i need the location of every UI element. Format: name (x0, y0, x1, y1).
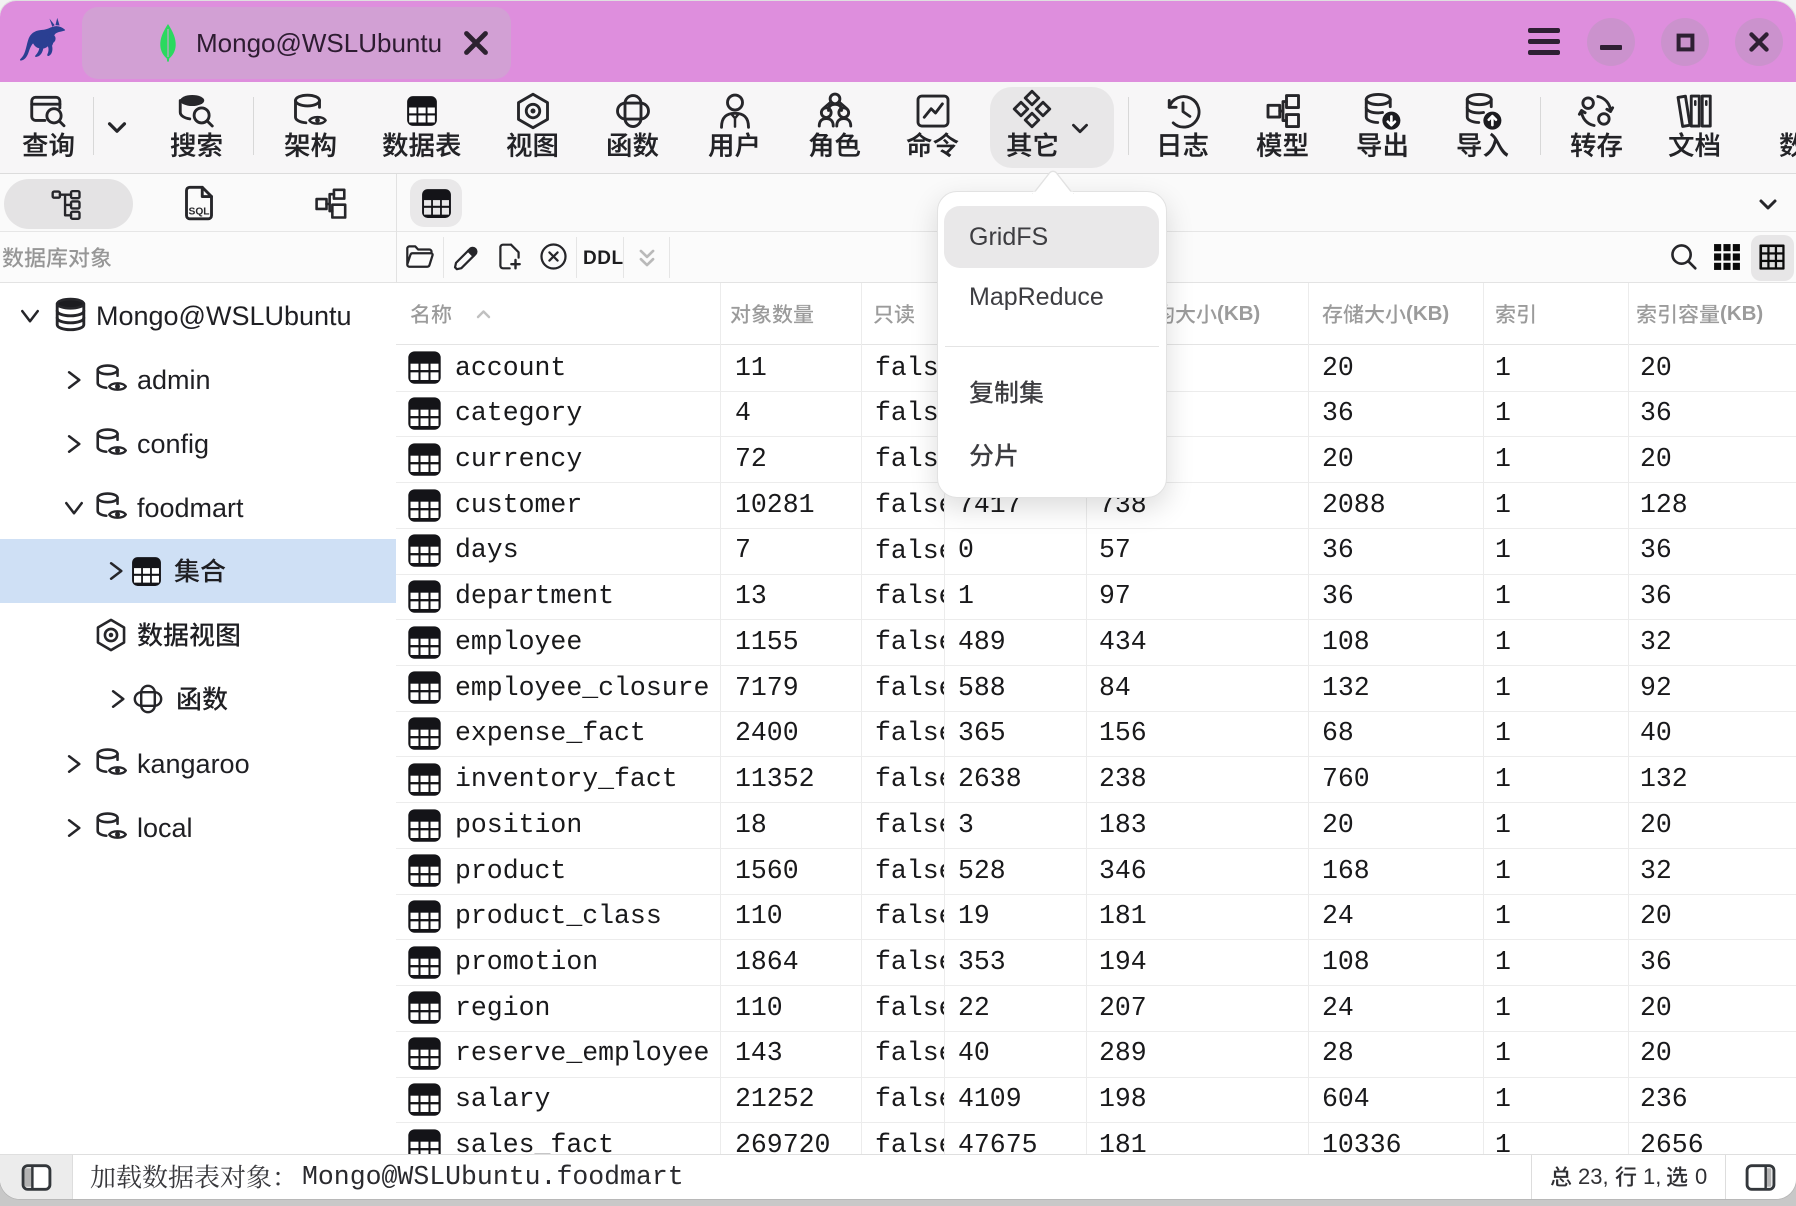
svg-text:SQL: SQL (189, 207, 210, 218)
